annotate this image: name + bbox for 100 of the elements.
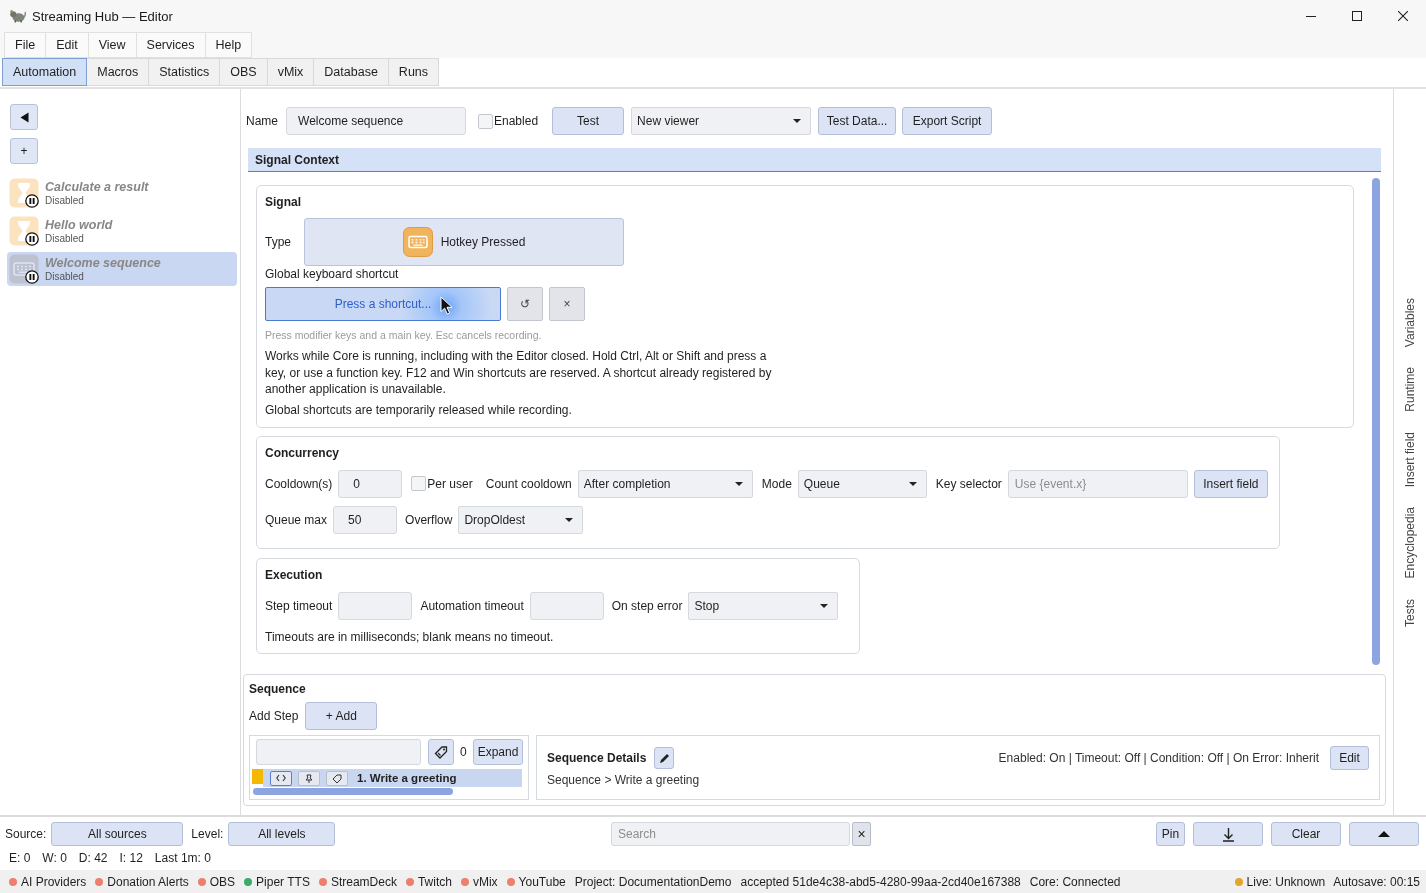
text-field[interactable] — [338, 591, 413, 620]
toolbar-button[interactable]: Export Script — [902, 107, 993, 135]
signal-type-selector[interactable]: Hotkey Pressed — [304, 218, 624, 266]
section-header: Signal Context — [248, 148, 1381, 172]
status-text: Autosave: 00:15 — [1333, 874, 1420, 889]
field-label: Queue max — [265, 512, 328, 527]
automation-list-item[interactable]: Calculate a result Disabled — [7, 176, 237, 210]
filter-label: Source: — [5, 827, 47, 841]
filter-field[interactable] — [256, 739, 421, 765]
text-field[interactable]: Use {event.x} — [1007, 469, 1188, 498]
animal-icon — [9, 9, 26, 23]
insert-field-button[interactable]: Insert field — [1193, 469, 1268, 498]
edit-button[interactable]: Edit — [1330, 746, 1369, 770]
side-tab[interactable]: Runtime — [1403, 367, 1417, 412]
close-icon — [1398, 11, 1408, 21]
caret-down-icon — [734, 481, 743, 486]
collapse-button[interactable] — [1349, 822, 1419, 846]
field-label: Cooldown(s) — [265, 476, 333, 491]
side-tab[interactable]: Encyclopedia — [1403, 507, 1417, 579]
dropdown[interactable]: Queue — [797, 469, 927, 498]
keyboard-icon — [402, 227, 433, 257]
clear-search-button[interactable]: × — [852, 822, 871, 846]
scrollbar-thumb[interactable] — [253, 788, 453, 795]
add-step-button[interactable]: + Add — [305, 702, 378, 730]
checkbox[interactable] — [411, 476, 427, 491]
edit-name-button[interactable] — [654, 747, 675, 769]
field-label: Automation timeout — [420, 598, 524, 613]
download-button[interactable] — [1193, 822, 1263, 846]
back-button[interactable] — [10, 104, 38, 130]
tag-button[interactable] — [428, 739, 454, 765]
tab[interactable]: Statistics — [149, 58, 221, 86]
checkbox[interactable] — [478, 113, 493, 129]
menu-item[interactable]: Help — [204, 32, 253, 58]
status-text: Project: DocumentationDemo — [574, 874, 732, 889]
download-icon — [1221, 826, 1235, 842]
source-filter-button[interactable]: All sources — [51, 822, 184, 846]
step-action-button[interactable] — [326, 770, 348, 786]
automation-list-item[interactable]: Hello world Disabled — [7, 214, 237, 248]
tab[interactable]: Macros — [87, 58, 150, 86]
test-button[interactable]: Test — [552, 107, 625, 135]
text-field[interactable]: 0 — [338, 469, 403, 498]
text-field[interactable] — [529, 591, 604, 620]
dropdown[interactable]: DropOldest — [458, 505, 584, 534]
checkbox-label: Per user — [427, 476, 473, 491]
field-label: Step timeout — [265, 598, 333, 613]
field-label: On step error — [611, 598, 683, 613]
note-text: Timeouts are in milliseconds; blank means no timeout. — [265, 629, 554, 645]
level-filter-button[interactable]: All levels — [228, 822, 336, 846]
dropdown[interactable]: Stop — [688, 591, 839, 620]
text-field[interactable]: 50 — [333, 505, 398, 534]
status-text: Live: Unknown — [1246, 874, 1326, 889]
caret-down-icon — [908, 481, 917, 486]
menu-item[interactable]: Services — [135, 32, 205, 58]
dropdown[interactable]: After completion — [577, 469, 753, 498]
log-stat: Last 1m: 0 — [154, 850, 211, 866]
tab[interactable]: Automation — [2, 58, 88, 86]
tab[interactable]: Runs — [388, 58, 440, 86]
step-action-button[interactable] — [298, 770, 320, 786]
caret-down-icon — [793, 119, 802, 123]
status-text: Core: Connected — [1029, 874, 1121, 889]
clear-button[interactable]: × — [549, 287, 585, 321]
side-tab[interactable]: Tests — [1403, 598, 1417, 627]
text-field[interactable]: Welcome sequence — [286, 107, 466, 135]
hint-text: Press modifier keys and a main key. Esc cancels recording. — [265, 329, 542, 342]
side-tab[interactable]: Insert field — [1403, 431, 1417, 488]
service-name: vMix — [472, 874, 498, 889]
step-row[interactable]: 1. Write a greeting — [263, 769, 522, 787]
item-title: Hello world — [45, 218, 113, 232]
item-title: Calculate a result — [45, 180, 149, 194]
toolbar-button[interactable]: Test Data... — [818, 107, 897, 135]
summary-text: Enabled: On | Timeout: Off | Condition: Off | On Error: Inherit — [998, 751, 1319, 765]
dropdown[interactable]: New viewer — [631, 107, 812, 135]
menu-item[interactable]: File — [4, 32, 46, 58]
tab[interactable]: vMix — [267, 58, 315, 86]
reset-button[interactable]: ↺ — [507, 287, 543, 321]
search-field[interactable]: Search — [611, 822, 850, 846]
clear-log-button[interactable]: Clear — [1271, 822, 1341, 846]
expand-button[interactable]: Expand — [472, 739, 524, 765]
field-label: Type — [265, 235, 292, 249]
automation-list-item[interactable]: Welcome sequence Disabled — [7, 252, 237, 286]
tab[interactable]: Database — [314, 58, 389, 86]
field-label: Mode — [761, 476, 792, 491]
scrollbar-thumb[interactable] — [1372, 178, 1380, 665]
tag-icon — [434, 745, 448, 759]
service-name: Donation Alerts — [107, 874, 189, 889]
side-tab[interactable]: Variables — [1403, 298, 1417, 348]
tab[interactable]: OBS — [220, 58, 268, 86]
panel-title: Sequence — [249, 682, 307, 696]
menu-item[interactable]: View — [87, 32, 136, 58]
menu-item[interactable]: Edit — [45, 32, 88, 58]
pin-button[interactable]: Pin — [1156, 822, 1185, 846]
pencil-icon — [658, 752, 670, 764]
step-action-button[interactable] — [270, 770, 292, 786]
log-stat: D: 42 — [78, 850, 108, 866]
field-label: Name — [246, 114, 278, 128]
shortcut-record-button[interactable]: Press a shortcut... — [265, 287, 501, 321]
field-label: Global keyboard shortcut — [265, 267, 399, 282]
caret-up-icon — [1378, 831, 1390, 837]
add-button[interactable]: + — [10, 138, 38, 164]
minimize-icon — [1306, 15, 1316, 17]
